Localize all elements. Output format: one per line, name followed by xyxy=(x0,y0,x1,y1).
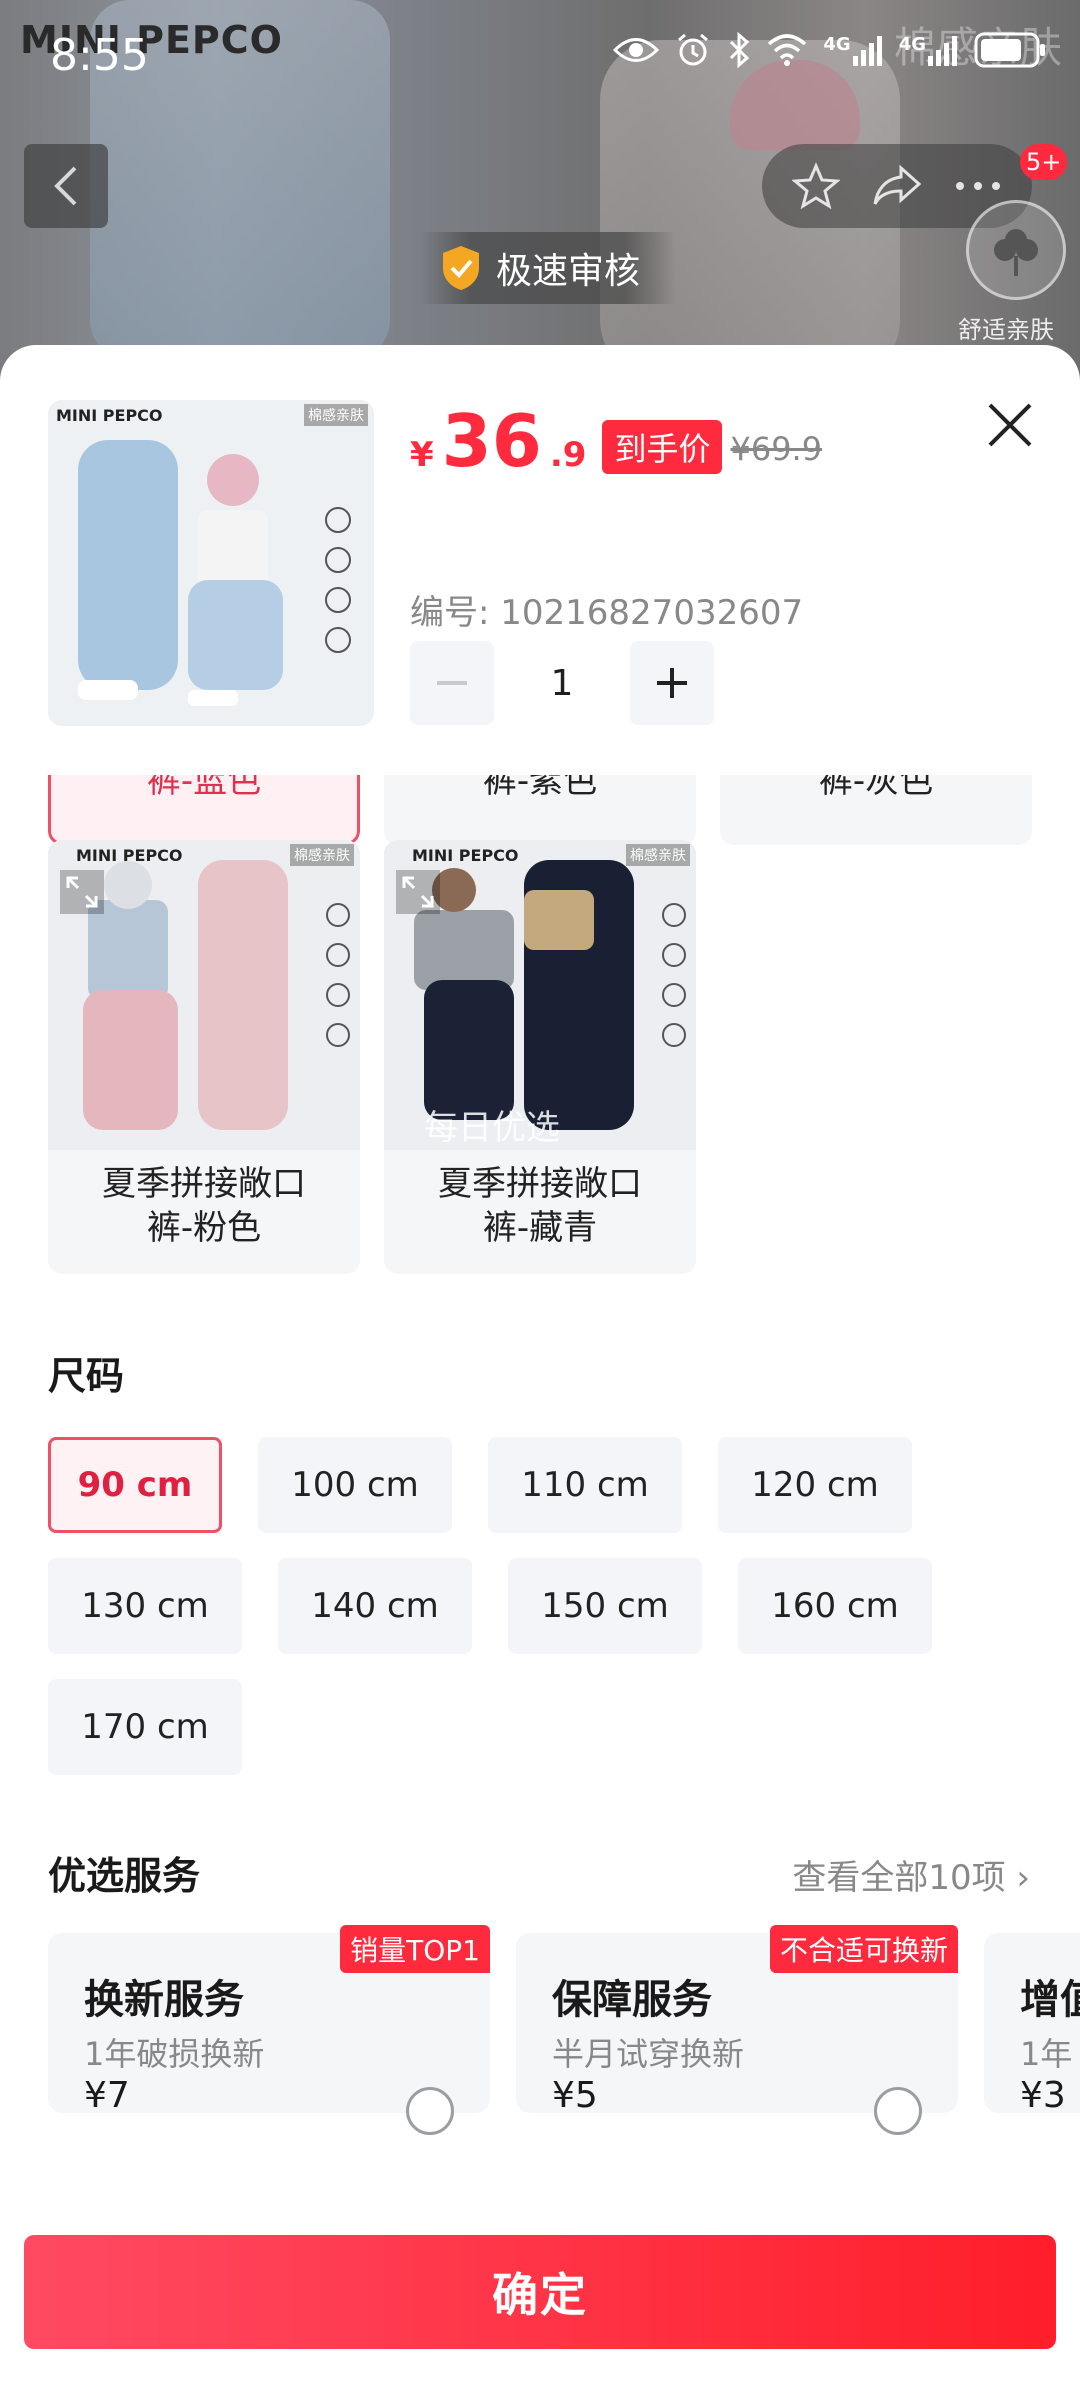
service-card-renewal[interactable]: 销量TOP1 换新服务 1年破损换新 ¥7 xyxy=(48,1925,490,2135)
watermark: 每日优选 xyxy=(424,1108,560,1148)
card-brand: MINI PEPCO xyxy=(76,846,183,865)
quantity-stepper: 1 xyxy=(410,641,714,725)
size-option-160[interactable]: 160 cm xyxy=(738,1558,932,1654)
price-integer: 36 xyxy=(441,399,542,483)
sku-number: 编号: 10216827032607 xyxy=(410,593,804,633)
size-option-140[interactable]: 140 cm xyxy=(278,1558,472,1654)
price-decimal: .9 xyxy=(549,435,587,475)
close-icon[interactable] xyxy=(980,395,1040,455)
size-option-100[interactable]: 100 cm xyxy=(258,1437,452,1533)
price-currency: ¥ xyxy=(410,435,434,475)
color-card-line1: 夏季拼接敞口 xyxy=(102,1164,306,1204)
sku-selector-sheet: MINI PEPCO 棉感亲肤 ¥ 36 .9 到手价 ¥69.9 编号: 10… xyxy=(0,345,1080,2400)
service-title: 保障服务 xyxy=(552,1977,712,2023)
size-option-130[interactable]: 130 cm xyxy=(48,1558,242,1654)
plus-icon xyxy=(657,668,687,698)
original-price: ¥69.9 xyxy=(730,430,823,468)
fast-review-banner: 极速审核 xyxy=(420,232,677,304)
services-section-title: 优选服务 xyxy=(48,1854,201,1898)
signal-2-icon: 4G xyxy=(899,34,958,66)
service-ribbon: 不合适可换新 xyxy=(769,1925,958,1973)
service-price: ¥5 xyxy=(552,2075,598,2116)
status-bar: 8:55 4G 4G xyxy=(0,0,1080,116)
color-option-navy[interactable]: MINI PEPCO 棉感亲肤 每日优选 夏季拼接敞口 裤-藏青 xyxy=(384,840,696,1274)
product-thumbnail[interactable]: MINI PEPCO 棉感亲肤 xyxy=(48,400,374,726)
bluetooth-icon xyxy=(730,32,750,68)
more-icon[interactable] xyxy=(954,180,1002,192)
star-icon[interactable] xyxy=(791,162,840,210)
thumb-brand: MINI PEPCO xyxy=(56,406,163,425)
color-card-line2: 裤-粉色 xyxy=(146,1208,262,1248)
share-icon[interactable] xyxy=(871,164,923,208)
service-radio[interactable] xyxy=(406,2087,454,2135)
minus-icon xyxy=(437,681,467,685)
thumb-tag: 棉感亲肤 xyxy=(304,404,368,426)
size-option-170[interactable]: 170 cm xyxy=(48,1679,242,1775)
chevron-left-icon xyxy=(54,166,77,206)
alarm-icon xyxy=(678,33,709,66)
service-desc: 半月试穿换新 xyxy=(552,2035,745,2073)
color-option-purple[interactable]: 裤-紫色 xyxy=(384,775,696,845)
card-tag: 棉感亲肤 xyxy=(290,844,354,866)
increase-button[interactable] xyxy=(630,641,714,725)
decrease-button[interactable] xyxy=(410,641,494,725)
service-card-value-added[interactable]: 增值 1年 ¥3 xyxy=(984,1933,1080,2116)
expand-icon[interactable] xyxy=(60,870,104,914)
cart-count-badge: 5+ xyxy=(1020,144,1068,180)
color-card-label: 夏季拼接敞口 裤-粉色 xyxy=(48,1162,360,1250)
service-ribbon: 销量TOP1 xyxy=(340,1925,490,1973)
color-option-label: 裤-灰色 xyxy=(818,775,934,801)
size-option-120[interactable]: 120 cm xyxy=(718,1437,912,1533)
shield-check-icon xyxy=(443,246,479,290)
card-tag: 棉感亲肤 xyxy=(626,844,690,866)
quantity-value[interactable]: 1 xyxy=(494,663,630,704)
confirm-button[interactable]: 确定 xyxy=(24,2235,1056,2349)
cotton-label: 舒适亲肤 xyxy=(958,316,1054,344)
fast-review-label: 极速审核 xyxy=(496,251,641,292)
price-block: ¥ 36 .9 到手价 ¥69.9 xyxy=(410,405,822,480)
signal-1-icon: 4G xyxy=(823,34,882,66)
see-all-services-link[interactable]: 查看全部10项 › xyxy=(792,1850,1030,1899)
color-option-grey[interactable]: 裤-灰色 xyxy=(720,775,1032,845)
expand-icon[interactable] xyxy=(396,870,440,914)
service-desc: 1年 xyxy=(1020,2035,1073,2073)
color-option-label: 裤-蓝色 xyxy=(146,775,262,801)
color-option-pink[interactable]: MINI PEPCO 棉感亲肤 夏季拼接敞口 裤-粉色 xyxy=(48,840,360,1274)
color-option-blue[interactable]: 裤-蓝色 xyxy=(48,775,360,845)
service-price: ¥3 xyxy=(1020,2075,1066,2116)
status-time: 8:55 xyxy=(50,30,149,81)
color-card-line2: 裤-藏青 xyxy=(482,1208,598,1248)
service-desc: 1年破损换新 xyxy=(84,2035,265,2073)
service-radio[interactable] xyxy=(874,2087,922,2135)
size-option-110[interactable]: 110 cm xyxy=(488,1437,682,1533)
size-option-150[interactable]: 150 cm xyxy=(508,1558,702,1654)
service-title: 增值 xyxy=(1020,1977,1080,2023)
color-card-line1: 夏季拼接敞口 xyxy=(438,1164,642,1204)
size-option-90[interactable]: 90 cm xyxy=(48,1437,222,1533)
battery-icon xyxy=(974,32,1045,68)
size-section-title: 尺码 xyxy=(48,1354,125,1398)
final-price-tag: 到手价 xyxy=(602,420,723,474)
wifi-icon xyxy=(768,34,807,66)
color-row-partial: 裤-蓝色 裤-紫色 裤-灰色 xyxy=(48,775,1048,845)
cotton-icon xyxy=(966,200,1066,300)
color-card-label: 夏季拼接敞口 裤-藏青 xyxy=(384,1162,696,1250)
eye-icon xyxy=(613,38,660,62)
color-option-label: 裤-紫色 xyxy=(482,775,598,801)
card-brand: MINI PEPCO xyxy=(412,846,519,865)
back-button[interactable] xyxy=(24,144,108,228)
service-title: 换新服务 xyxy=(84,1977,244,2023)
service-price: ¥7 xyxy=(84,2075,130,2116)
service-card-protection[interactable]: 不合适可换新 保障服务 半月试穿换新 ¥5 xyxy=(516,1925,958,2135)
